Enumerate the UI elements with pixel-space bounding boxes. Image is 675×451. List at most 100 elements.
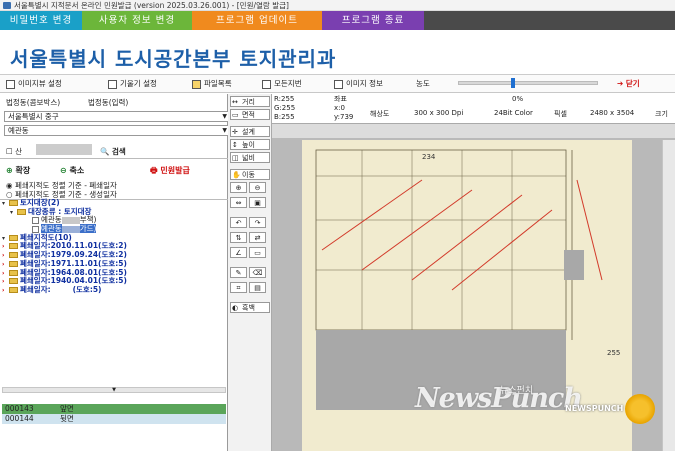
top-menu: 비밀번호 변경 사용자 정보 변경 프로그램 업데이트 프로그램 종료 [0,11,675,30]
document-tree: ▾ 토지대장(2) ▾ 대장종류 : 토지대장 예관동 부책) 예관동 가드) ▾ 폐쇄지… [2,198,224,295]
tab-legal-dong-combo[interactable]: 법정동(콤보박스) [6,97,60,108]
save-region-icon[interactable]: ▤ [249,282,266,293]
pencil-icon[interactable]: ✎ [230,267,247,278]
file-list-button[interactable]: 파일목록 [192,77,232,91]
panel-splitter[interactable]: ▼ [2,387,226,393]
image-info-button[interactable]: 이미지 정보 [334,77,383,91]
district-select[interactable]: 서울특별시 중구 ▼ [4,111,230,122]
folder-icon [9,278,18,285]
tab-legal-dong-input[interactable]: 법정동(입력) [88,97,128,108]
redaction [61,225,80,233]
zoom-in-icon[interactable]: ⊕ [230,182,247,193]
angle-icon[interactable]: ∠ [230,247,247,258]
pixel-label: 픽셀 [554,110,567,118]
move-tool-button[interactable]: ✋ 이동 [230,169,270,180]
banner: 서울특별시 도시공간본부 토지관리과 [0,30,675,75]
hand-icon: ✋ [232,171,241,179]
resolution-label: 해상도 [370,110,390,118]
dong-select[interactable]: 예관동 ▼ [4,125,230,136]
chevron-down-icon: ▼ [222,127,227,134]
crop-icon[interactable]: ⌗ [230,282,247,293]
tilt-icon [108,79,117,89]
ratio-tool-button[interactable]: ◫ 넓비 [230,152,270,163]
expand-button[interactable]: ⊕ 확장 [6,165,30,176]
issue-button[interactable]: 🖶 민원발급 [150,165,190,179]
rotate-left-icon[interactable]: ↶ [230,217,247,228]
close-arrow-icon: ➔ [617,79,626,88]
all-lots-button[interactable]: 모든지번 [262,77,302,91]
change-user-info-button[interactable]: 사용자 정보 변경 [82,11,192,30]
document-icon [32,225,39,233]
redaction [61,216,80,224]
fit-page-icon[interactable]: ▣ [249,197,266,208]
mirror-icon[interactable]: ⇄ [249,232,266,243]
plus-circle-icon: ⊕ [6,166,13,175]
collapse-button[interactable]: ⊖ 축소 [60,165,84,176]
viewer-ruler [272,124,675,138]
window-title: 서울특별시 지적문서 온라인 민원발급 (version 2025.03.26.… [14,1,289,10]
toolbar: 이미지뷰 설정 기울기 설정 파일목록 모든지번 이미지 정보 농도 ➔ 닫기 [0,75,675,93]
list-icon [262,79,271,89]
side-number: 255 [607,349,620,357]
rgb-readout: R:255 G:255 B:255 [274,95,296,121]
exit-program-button[interactable]: 프로그램 종료 [322,11,424,30]
zoom-out-icon[interactable]: ⊖ [249,182,266,193]
watermark-logo: NewsPunch [415,383,583,414]
tree-node-ledger-type[interactable]: ▾ 대장종류 : 토지대장 [2,207,224,217]
mountain-checkbox[interactable]: ☐ 산 [6,146,22,157]
crosshair-icon: ✛ [232,128,238,136]
ratio-icon: ◫ [232,154,239,162]
sun-logo-icon [625,394,655,424]
density-percent: 0% [512,95,524,103]
color-depth-value: 24Bit Color [494,109,533,117]
vertical-scrollbar[interactable] [662,140,675,451]
folder-icon [9,252,18,259]
rectangle-icon[interactable]: ▭ [249,247,266,258]
app-icon [3,2,11,9]
image-view-settings-button[interactable]: 이미지뷰 설정 [6,77,62,91]
fix-tool-button[interactable]: ✛ 설계 [230,126,270,137]
organization-title: 서울특별시 도시공간본부 토지관리과 [10,47,337,71]
contrast-icon: ◐ [232,304,239,312]
folder-icon [192,79,201,89]
divider [0,158,228,159]
coordinate-readout: 좌표 x:0 y:739 [334,95,354,121]
tilt-settings-button[interactable]: 기울기 설정 [108,77,157,91]
ruler-icon: ↔ [232,98,238,106]
rotate-right-icon[interactable]: ↷ [249,217,266,228]
height-tool-button[interactable]: ↕ 높이 [230,139,270,150]
density-slider[interactable] [458,78,598,88]
change-password-button[interactable]: 비밀번호 변경 [0,11,82,30]
resolution-value: 300 x 300 Dpi [414,109,464,117]
fit-width-icon[interactable]: ⇔ [230,197,247,208]
folder-icon [9,234,18,241]
watermark-korean: 뉴스펀치 [500,386,534,396]
tree-node-item-1[interactable]: 예관동 부책) [2,216,224,225]
program-update-button[interactable]: 프로그램 업데이트 [192,11,322,30]
black-white-button[interactable]: ◐ 흑백 [230,302,270,313]
tree-node-closed-6[interactable]: › 폐쇄일자: (도호:5) [2,285,224,295]
folder-icon [9,260,18,267]
minus-circle-icon: ⊖ [60,166,67,175]
density-label: 농도 [416,79,430,88]
folder-icon [9,200,18,206]
watermark-small: NEWSPUNCH [565,404,624,413]
tool-panel: ↔ 거리 ▭ 면적 ✛ 설계 ↕ 높이 ◫ 넓비 ✋ 이동 ⊕ ⊖ ⇔ ▣ ↶ ↷ ⇅ ⇄ ∠ ▭ ✎… [228,94,272,451]
close-button[interactable]: ➔ 닫기 [617,77,640,91]
lot-number-input[interactable] [36,144,92,155]
distance-tool-button[interactable]: ↔ 거리 [230,96,270,107]
page-row-back[interactable]: 000144 뒷면 [2,414,226,424]
size-label: 크기 [655,110,668,118]
info-icon [334,79,343,89]
eraser-icon[interactable]: ⌫ [249,267,266,278]
image-info-bar: R:255 G:255 B:255 좌표 x:0 y:739 0% 해상도 30… [272,94,675,124]
area-tool-button[interactable]: ▭ 면적 [230,109,270,120]
folder-icon [9,243,18,250]
folder-icon [9,269,18,276]
expand-arrow-icon: › [2,286,5,294]
page-row-front[interactable]: 000143 앞면 [2,404,226,414]
flip-icon[interactable]: ⇅ [230,232,247,243]
density-slider-thumb[interactable] [511,78,515,88]
window-titlebar: 서울특별시 지적문서 온라인 민원발급 (version 2025.03.26.… [0,0,675,11]
search-button[interactable]: 🔍 검색 [100,146,126,157]
